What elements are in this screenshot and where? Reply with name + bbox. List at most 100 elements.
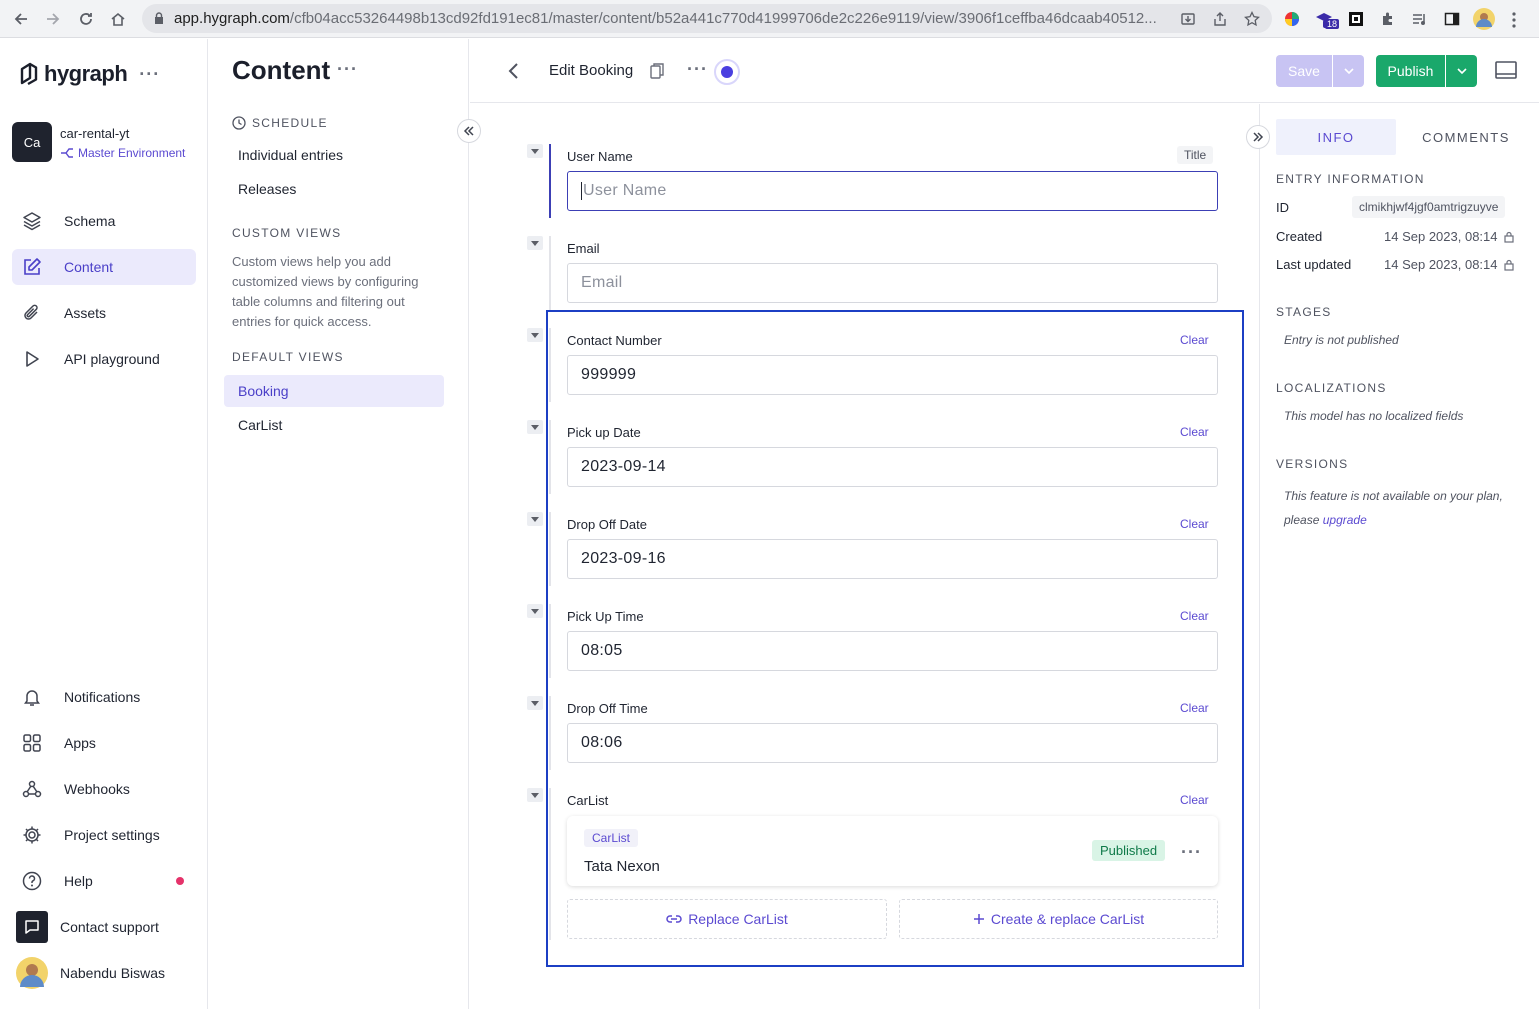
nav-contact-support[interactable]: Contact support (12, 909, 196, 945)
project-name[interactable]: car-rental-yt (60, 126, 129, 141)
home-icon[interactable] (106, 7, 130, 31)
back-chevron-icon[interactable] (504, 59, 524, 83)
copy-id-icon[interactable] (650, 63, 664, 79)
nav-schema[interactable]: Schema (12, 203, 196, 239)
media-icon[interactable] (1408, 7, 1432, 31)
save-button[interactable]: Save (1276, 55, 1332, 87)
view-carlist[interactable]: CarList (224, 409, 444, 441)
expand-panel-button[interactable] (1246, 125, 1270, 149)
tab-info[interactable]: INFO (1276, 119, 1396, 155)
upgrade-link[interactable]: upgrade (1323, 513, 1367, 527)
editor-header: Edit Booking ··· Save Publish (470, 39, 1539, 103)
field-collapse-contact-number[interactable] (527, 328, 543, 342)
nav-content[interactable]: Content (12, 249, 196, 285)
user-name-label: Nabendu Biswas (60, 965, 166, 981)
save-options-button[interactable] (1333, 55, 1364, 87)
collapse-panel-button[interactable] (457, 119, 481, 143)
qr-extension-icon[interactable] (1344, 7, 1368, 31)
nav-user-profile[interactable]: Nabendu Biswas (12, 955, 196, 991)
entry-status-indicator (714, 59, 740, 85)
field-label-user-name: User Name (567, 149, 633, 164)
schedule-heading: SCHEDULE (232, 116, 328, 130)
gear-icon (20, 823, 44, 847)
field-collapse-carlist[interactable] (527, 788, 543, 802)
sidebar-toggle-icon[interactable] (1440, 7, 1464, 31)
hygraph-logo-icon (20, 62, 38, 86)
project-avatar[interactable]: Ca (12, 122, 52, 162)
menu-dots-icon[interactable] (1512, 12, 1516, 28)
custom-views-heading: CUSTOM VIEWS (232, 226, 342, 240)
environment-link[interactable]: Master Environment (60, 146, 185, 160)
link-individual-entries[interactable]: Individual entries (224, 139, 444, 171)
help-icon (20, 869, 44, 893)
nav-api-playground-label: API playground (64, 351, 160, 367)
nav-help[interactable]: Help (12, 863, 196, 899)
nav-notifications-label: Notifications (64, 689, 141, 705)
star-icon[interactable] (1240, 7, 1264, 31)
hygraph-logo[interactable]: hygraph ··· (20, 61, 160, 87)
stages-heading: STAGES (1276, 305, 1332, 319)
nav-contact-support-label: Contact support (60, 919, 159, 935)
tab-comments[interactable]: COMMENTS (1406, 119, 1526, 155)
schedule-heading-label: SCHEDULE (252, 116, 328, 130)
selection-highlight (546, 310, 1244, 967)
user-avatar (16, 957, 48, 989)
entry-id-value[interactable]: clmikhjwf4jgf0amtrigzuyve (1352, 196, 1506, 218)
nav-notifications[interactable]: Notifications (12, 679, 196, 715)
created-date: 14 Sep 2023, 08:14 (1384, 229, 1498, 244)
nav-project-settings[interactable]: Project settings (12, 817, 196, 853)
double-chevron-left-icon (463, 126, 474, 136)
nav-assets-label: Assets (64, 305, 107, 321)
nav-schema-label: Schema (64, 213, 116, 229)
double-chevron-right-icon (1253, 132, 1264, 142)
editor-menu-dots-icon[interactable]: ··· (687, 59, 708, 80)
right-info-panel: INFO COMMENTS ENTRY INFORMATION ID clmik… (1259, 104, 1539, 1009)
default-views-heading: DEFAULT VIEWS (232, 350, 344, 364)
paperclip-icon (20, 301, 44, 325)
graduation-extension-icon[interactable]: 18 (1312, 7, 1340, 31)
left-sidebar: hygraph ··· Ca car-rental-yt Master Envi… (0, 39, 208, 1009)
branch-icon (61, 148, 73, 158)
nav-webhooks[interactable]: Webhooks (12, 771, 196, 807)
apps-icon (20, 731, 44, 755)
nav-assets[interactable]: Assets (12, 295, 196, 331)
puzzle-icon[interactable] (1376, 7, 1400, 31)
toggle-panel-icon[interactable] (1494, 59, 1518, 81)
publish-options-button[interactable] (1446, 55, 1477, 87)
field-collapse-user-name[interactable] (527, 144, 543, 158)
org-menu-dots-icon[interactable]: ··· (139, 64, 160, 85)
reload-icon[interactable] (74, 7, 98, 31)
localizations-heading: LOCALIZATIONS (1276, 381, 1387, 395)
field-label-email: Email (567, 241, 600, 256)
address-bar[interactable]: app.hygraph.com/cfb04acc53264498b13cd92f… (142, 4, 1272, 33)
nav-api-playground[interactable]: API playground (12, 341, 196, 377)
share-icon[interactable] (1208, 7, 1232, 31)
profile-avatar-icon[interactable] (1472, 7, 1496, 31)
install-icon[interactable] (1176, 7, 1200, 31)
back-arrow-icon[interactable] (9, 7, 33, 31)
field-collapse-dropoff-date[interactable] (527, 512, 543, 526)
play-icon (20, 347, 44, 371)
user-name-input[interactable]: User Name (567, 171, 1218, 211)
field-collapse-pickup-time[interactable] (527, 604, 543, 618)
email-input[interactable]: Email (567, 263, 1218, 303)
chevron-down-icon (1456, 68, 1467, 75)
nav-content-label: Content (64, 259, 114, 275)
content-menu-dots-icon[interactable]: ··· (337, 59, 358, 80)
field-rail (549, 236, 551, 310)
browser-toolbar: app.hygraph.com/cfb04acc53264498b13cd92f… (0, 0, 1539, 38)
bell-icon (20, 685, 44, 709)
link-releases[interactable]: Releases (224, 173, 444, 205)
logo-text: hygraph (44, 61, 128, 86)
forward-arrow-icon[interactable] (41, 7, 65, 31)
color-extension-icon[interactable] (1280, 7, 1304, 31)
field-collapse-dropoff-time[interactable] (527, 696, 543, 710)
publish-button[interactable]: Publish (1376, 55, 1445, 87)
chat-icon (16, 911, 48, 943)
field-collapse-pickup-date[interactable] (527, 420, 543, 434)
nav-apps[interactable]: Apps (12, 725, 196, 761)
url-text: app.hygraph.com/cfb04acc53264498b13cd92f… (174, 10, 1157, 27)
updated-date: 14 Sep 2023, 08:14 (1384, 257, 1498, 272)
field-collapse-email[interactable] (527, 236, 543, 250)
view-booking[interactable]: Booking (224, 375, 444, 407)
